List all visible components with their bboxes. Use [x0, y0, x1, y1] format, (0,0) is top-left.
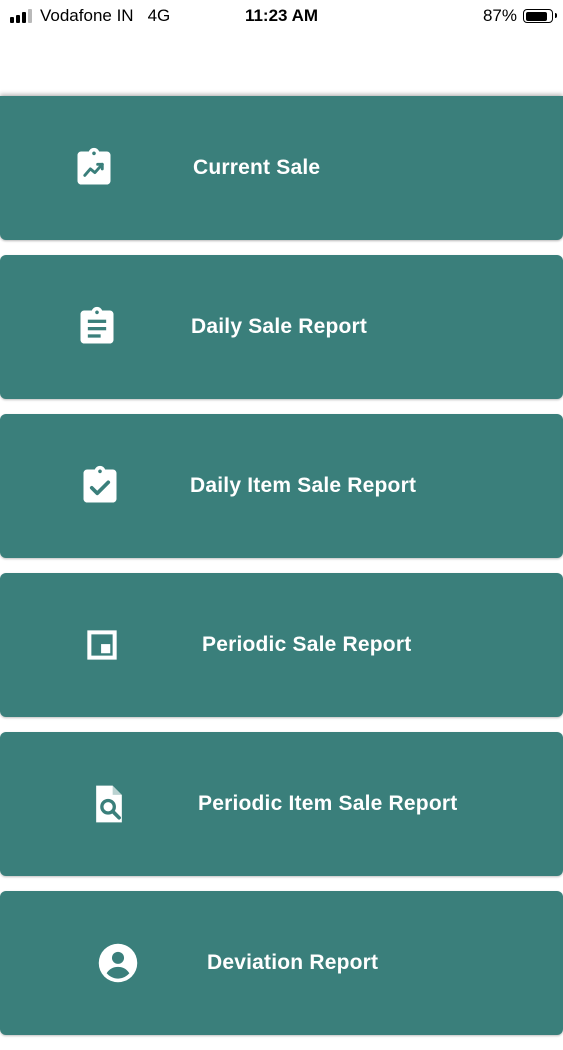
- menu-item-current-sale[interactable]: Current Sale: [0, 96, 563, 240]
- picture-in-picture-icon: [80, 623, 124, 667]
- clipboard-check-icon: [78, 464, 122, 508]
- clipboard-trend-icon: [72, 146, 116, 190]
- status-bar-right: 87%: [482, 6, 557, 26]
- menu-item-label: Daily Sale Report: [191, 315, 368, 338]
- account-circle-icon: [96, 941, 140, 985]
- menu-item-label: Periodic Item Sale Report: [198, 792, 458, 815]
- battery-fill: [525, 11, 548, 21]
- menu-item-label: Periodic Sale Report: [202, 633, 412, 656]
- menu-item-label: Daily Item Sale Report: [190, 474, 417, 497]
- menu-item-periodic-item-sale-report[interactable]: Periodic Item Sale Report: [0, 732, 563, 876]
- status-time: 11:23 AM: [244, 6, 319, 25]
- document-search-icon: [87, 782, 131, 826]
- menu-item-label: Current Sale: [193, 156, 321, 179]
- battery-percent: 87%: [482, 6, 517, 25]
- menu-item-daily-item-sale-report[interactable]: Daily Item Sale Report: [0, 414, 563, 558]
- navigation-bar: [0, 32, 563, 96]
- menu-item-label: Deviation Report: [207, 951, 379, 974]
- menu-item-periodic-sale-report[interactable]: Periodic Sale Report: [0, 573, 563, 717]
- status-bar: Vodafone IN 4G 11:23 AM 87%: [0, 0, 563, 32]
- menu-item-daily-sale-report[interactable]: Daily Sale Report: [0, 255, 563, 399]
- report-menu-list: Current Sale Daily Sale Report Daily Ite…: [0, 96, 563, 1050]
- clipboard-list-icon: [75, 305, 119, 349]
- menu-item-deviation-report[interactable]: Deviation Report: [0, 891, 563, 1035]
- battery-icon: [523, 9, 557, 23]
